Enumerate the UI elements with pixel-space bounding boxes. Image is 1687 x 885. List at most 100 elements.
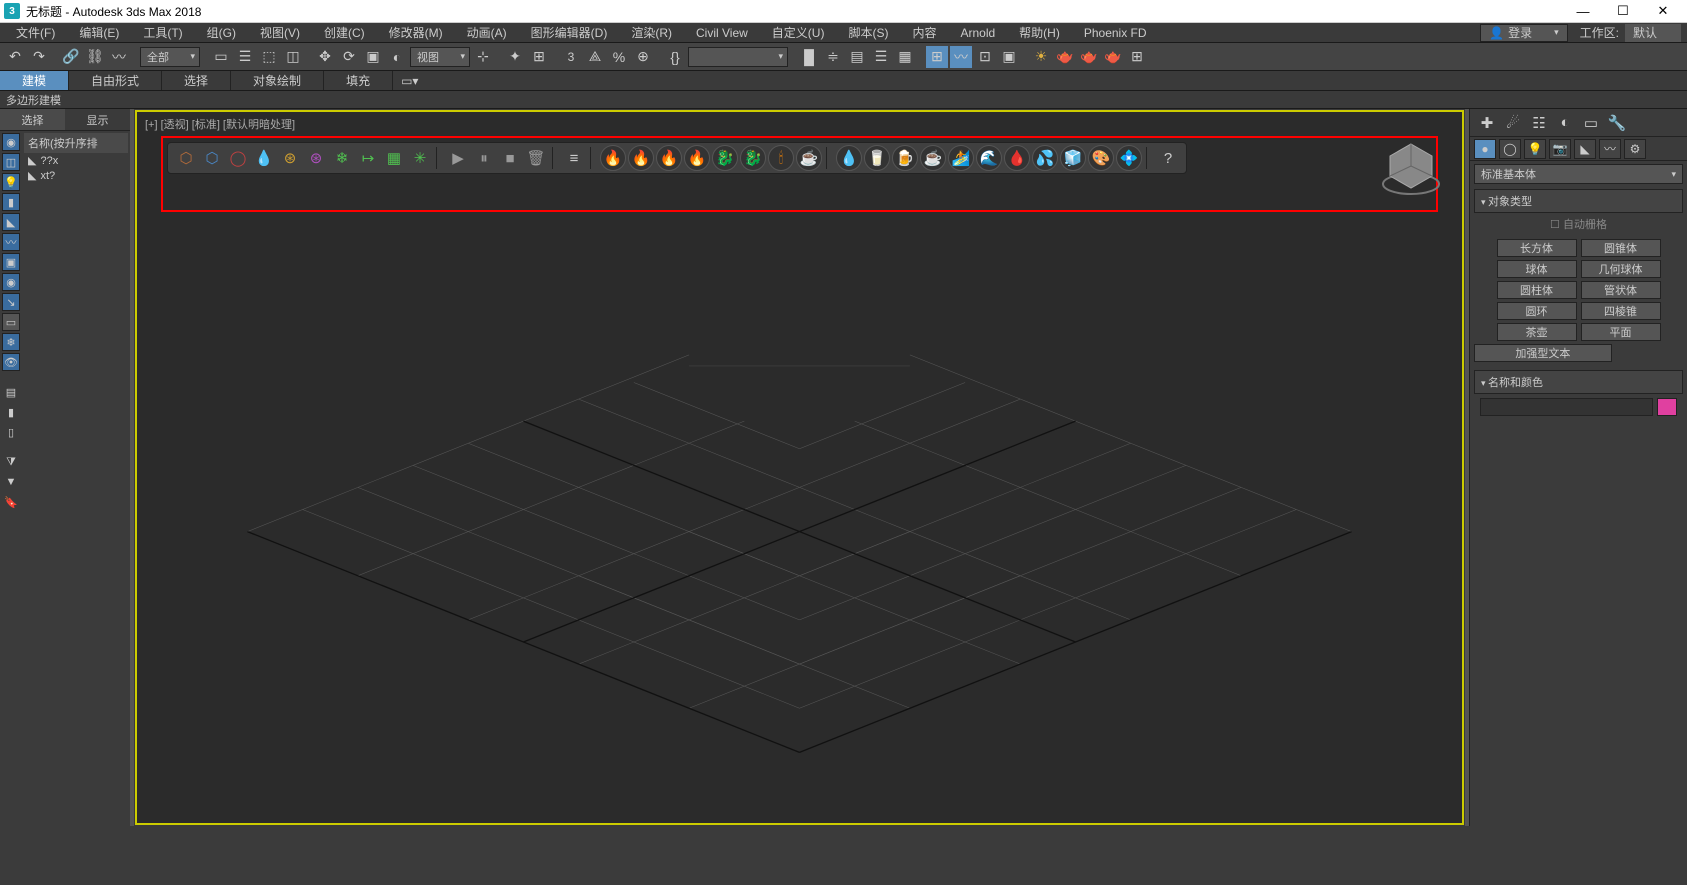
phoenix-tool-icon[interactable]: 💧 — [252, 146, 276, 170]
ribbon-button[interactable]: ▦ — [894, 46, 916, 68]
explorer-tab-select[interactable]: 选择 — [0, 109, 65, 130]
phoenix-tool-icon[interactable]: ⬡ — [200, 146, 224, 170]
snap-button[interactable]: 3 — [560, 46, 582, 68]
object-color-swatch[interactable] — [1657, 398, 1677, 416]
phoenix-tool-icon[interactable]: 🔥 — [628, 145, 654, 171]
filter-cameras-icon[interactable]: ▮ — [2, 193, 20, 211]
primitive-button[interactable]: 长方体 — [1497, 239, 1577, 257]
phoenix-tool-icon[interactable]: 🎨 — [1088, 145, 1114, 171]
category-spacewarps-icon[interactable]: 〰 — [1599, 139, 1621, 159]
category-geometry-icon[interactable]: ● — [1474, 139, 1496, 159]
pivot-button[interactable]: ⊹ — [472, 46, 494, 68]
named-sets-dropdown[interactable] — [688, 47, 788, 67]
ribbon-tab[interactable]: 填充 — [324, 71, 393, 90]
filter-lights-icon[interactable]: 💡 — [2, 173, 20, 191]
render-prod-button[interactable]: 🫖 — [1054, 46, 1076, 68]
render-frame-button[interactable]: ☀ — [1030, 46, 1052, 68]
select-name-button[interactable]: ☰ — [234, 46, 256, 68]
bookmark-icon[interactable]: 🔖 — [2, 493, 20, 511]
primitive-button[interactable]: 茶壶 — [1497, 323, 1577, 341]
phoenix-tool-icon[interactable]: ☕ — [796, 145, 822, 171]
rotate-button[interactable]: ⟳ — [338, 46, 360, 68]
close-button[interactable]: ✕ — [1643, 0, 1683, 23]
render-iter-button[interactable]: 🫖 — [1078, 46, 1100, 68]
menu-item[interactable]: 视图(V) — [248, 23, 312, 42]
splitter[interactable] — [130, 109, 134, 826]
name-color-rollout-header[interactable]: 名称和颜色 — [1474, 370, 1683, 394]
phoenix-tool-icon[interactable]: 🌊 — [976, 145, 1002, 171]
menu-item[interactable]: 组(G) — [195, 23, 248, 42]
category-systems-icon[interactable]: ⚙ — [1624, 139, 1646, 159]
phoenix-tool-icon[interactable]: 💦 — [1032, 145, 1058, 171]
phoenix-tool-icon[interactable]: ⊛ — [278, 146, 302, 170]
primitive-button[interactable]: 球体 — [1497, 260, 1577, 278]
filter-containers-icon[interactable]: ▭ — [2, 313, 20, 331]
menu-item[interactable]: Arnold — [948, 23, 1007, 42]
display-tab-icon[interactable]: ▭ — [1580, 112, 1602, 134]
phoenix-tool-icon[interactable]: ↦ — [356, 146, 380, 170]
align-button[interactable]: ≑ — [822, 46, 844, 68]
keyboard-shortcut-button[interactable]: ⊞ — [528, 46, 550, 68]
display-list-icon[interactable]: ▤ — [2, 383, 20, 401]
scale-button[interactable]: ▣ — [362, 46, 384, 68]
bind-button[interactable]: 〰 — [108, 46, 130, 68]
tree-row[interactable]: ◣ xt? — [24, 168, 128, 183]
tree-row[interactable]: ◣ ??x — [24, 153, 128, 168]
filter-all-icon[interactable]: ▼ — [2, 473, 20, 491]
phoenix-tool-icon[interactable]: 🔥 — [684, 145, 710, 171]
phoenix-tool-icon[interactable]: 🧊 — [1060, 145, 1086, 171]
render-active-button[interactable]: 🫖 — [1102, 46, 1124, 68]
schematic-button[interactable]: 〰 — [950, 46, 972, 68]
autogrid-checkbox[interactable]: ☐ 自动栅格 — [1474, 213, 1683, 235]
menu-item[interactable]: 内容 — [900, 23, 948, 42]
menu-item[interactable]: 文件(F) — [4, 23, 67, 42]
phoenix-tool-icon[interactable]: 💧 — [836, 145, 862, 171]
phoenix-tool-icon[interactable]: ? — [1156, 146, 1180, 170]
explorer-column-header[interactable]: 名称(按升序排 — [24, 133, 128, 153]
select-region-rect-button[interactable]: ⬚ — [258, 46, 280, 68]
phoenix-tool-icon[interactable]: ⏸ — [472, 146, 496, 170]
layers-button[interactable]: ▤ — [846, 46, 868, 68]
explorer-tree[interactable]: 名称(按升序排 ◣ ??x ◣ xt? — [22, 131, 130, 826]
redo-button[interactable]: ↷ — [28, 46, 50, 68]
percent-snap-button[interactable]: % — [608, 46, 630, 68]
phoenix-tool-icon[interactable]: 🥛 — [864, 145, 890, 171]
select-object-button[interactable]: ▭ — [210, 46, 232, 68]
ribbon-tab[interactable]: 对象绘制 — [231, 71, 324, 90]
utilities-tab-icon[interactable]: 🔧 — [1606, 112, 1628, 134]
undo-button[interactable]: ↶ — [4, 46, 26, 68]
category-lights-icon[interactable]: 💡 — [1524, 139, 1546, 159]
phoenix-tool-icon[interactable]: 💠 — [1116, 145, 1142, 171]
move-button[interactable]: ✥ — [314, 46, 336, 68]
primitive-button[interactable]: 圆柱体 — [1497, 281, 1577, 299]
workspace-dropdown[interactable]: 默认 — [1625, 24, 1681, 42]
filter-bones-icon[interactable]: ↘ — [2, 293, 20, 311]
filter-frozen-icon[interactable]: ❄ — [2, 333, 20, 351]
motion-tab-icon[interactable]: ◐ — [1554, 112, 1576, 134]
explorer-tab-display[interactable]: 显示 — [65, 109, 130, 130]
object-type-rollout-header[interactable]: 对象类型 — [1474, 189, 1683, 213]
primitive-button[interactable]: 平面 — [1581, 323, 1661, 341]
ribbon-tab[interactable]: 建模 — [0, 71, 69, 90]
filter-groups-icon[interactable]: ▣ — [2, 253, 20, 271]
viewcube[interactable] — [1376, 132, 1446, 202]
maximize-button[interactable]: ☐ — [1603, 0, 1643, 23]
filter-geometry-icon[interactable]: ◉ — [2, 133, 20, 151]
window-crossing-button[interactable]: ◫ — [282, 46, 304, 68]
named-sets-button[interactable]: {} — [664, 46, 686, 68]
phoenix-tool-icon[interactable]: 🔥 — [656, 145, 682, 171]
layer-explorer-button[interactable]: ☰ — [870, 46, 892, 68]
unlink-button[interactable]: ⛓ — [84, 46, 106, 68]
object-name-input[interactable] — [1480, 398, 1653, 416]
filter-shapes-icon[interactable]: ◫ — [2, 153, 20, 171]
angle-snap-button[interactable]: ⟁ — [584, 46, 606, 68]
phoenix-tool-icon[interactable]: 🏄 — [948, 145, 974, 171]
menu-item[interactable]: 脚本(S) — [836, 23, 900, 42]
placement-button[interactable]: ◐ — [386, 46, 408, 68]
render-setup-button[interactable]: ▣ — [998, 46, 1020, 68]
phoenix-tool-icon[interactable]: ▦ — [382, 146, 406, 170]
phoenix-tool-icon[interactable]: 🩸 — [1004, 145, 1030, 171]
phoenix-tool-icon[interactable]: ◯ — [226, 146, 250, 170]
menu-item[interactable]: 自定义(U) — [760, 23, 837, 42]
modify-tab-icon[interactable]: ☄ — [1502, 112, 1524, 134]
